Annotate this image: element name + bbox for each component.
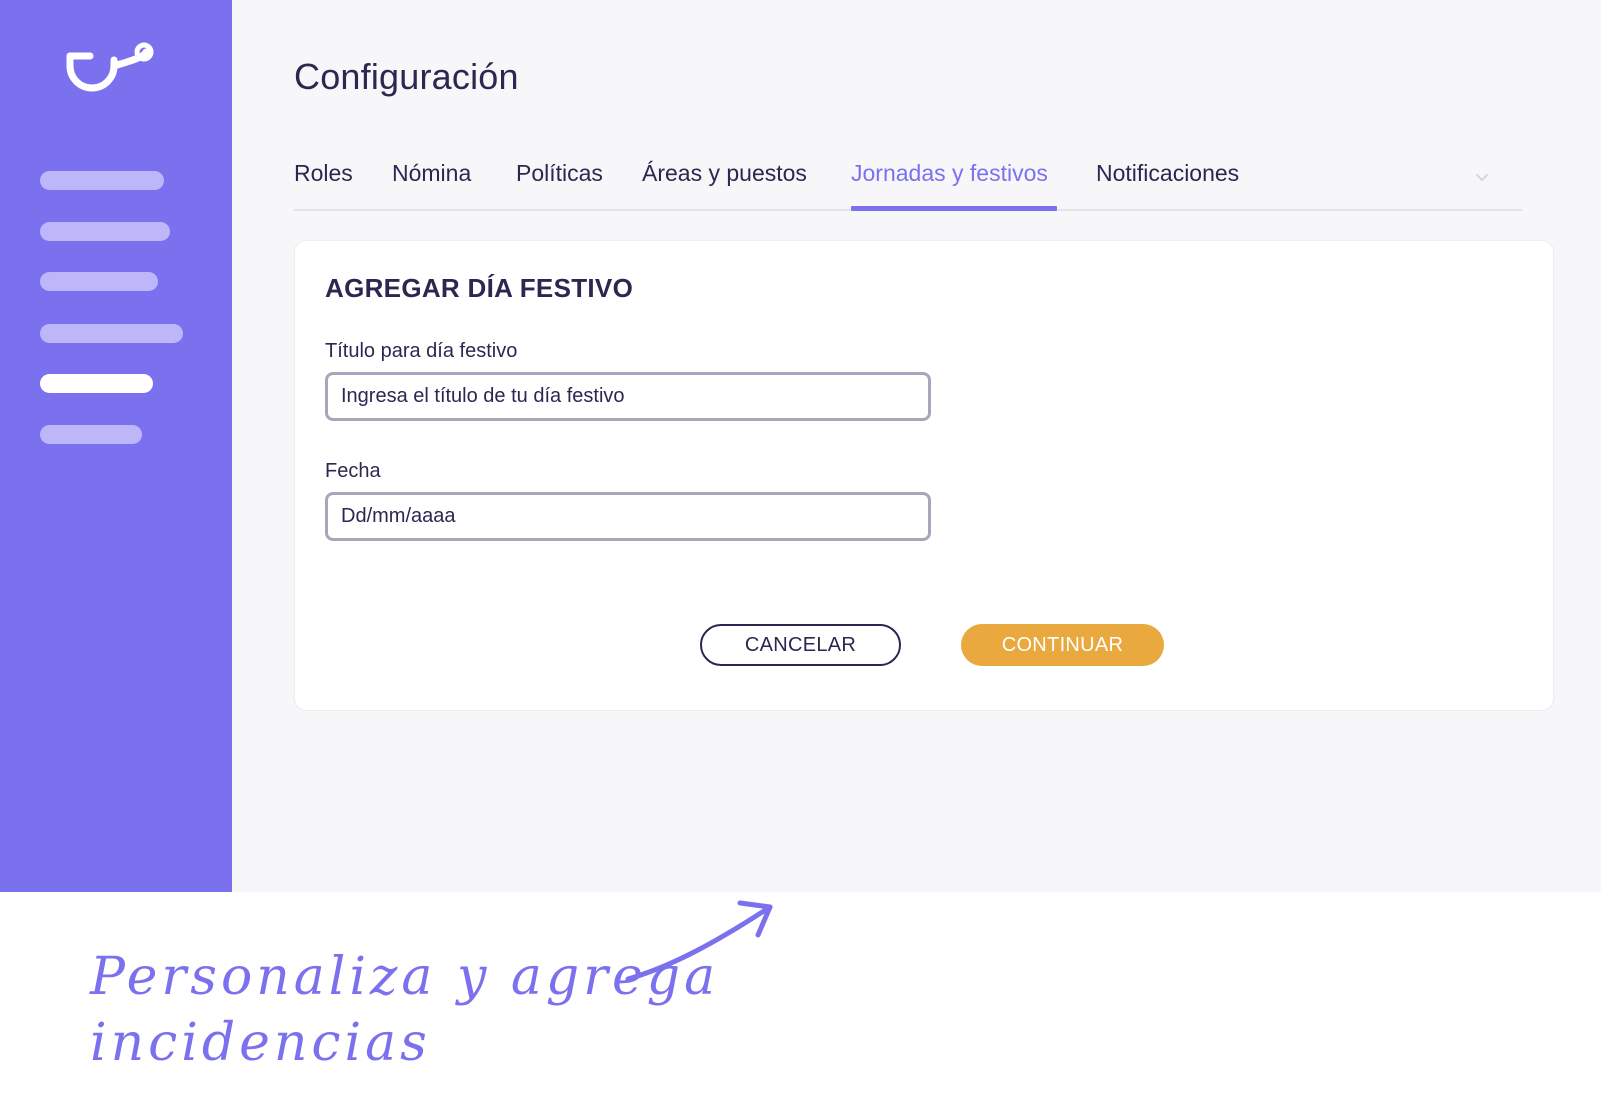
- tab-politicas[interactable]: Políticas: [516, 160, 603, 187]
- tab-roles[interactable]: Roles: [294, 160, 353, 187]
- sidebar-item-6[interactable]: [40, 425, 142, 444]
- active-tab-indicator: [851, 206, 1057, 211]
- app-window: Configuración Roles Nómina Políticas Áre…: [0, 0, 1601, 892]
- holiday-title-input[interactable]: [325, 372, 931, 421]
- tab-areas-puestos[interactable]: Áreas y puestos: [642, 160, 807, 187]
- continue-button[interactable]: CONTINUAR: [961, 624, 1164, 666]
- sidebar-item-5-active[interactable]: [40, 374, 153, 393]
- page-title: Configuración: [294, 56, 519, 97]
- sidebar: [0, 0, 232, 892]
- chevron-down-icon[interactable]: [1472, 167, 1492, 187]
- date-label: Fecha: [325, 460, 381, 482]
- card-title: AGREGAR DÍA FESTIVO: [325, 273, 634, 303]
- sidebar-item-4[interactable]: [40, 324, 183, 343]
- tab-nomina[interactable]: Nómina: [392, 160, 471, 187]
- sidebar-item-2[interactable]: [40, 222, 170, 241]
- tab-notificaciones[interactable]: Notificaciones: [1096, 160, 1239, 187]
- holiday-title-label: Título para día festivo: [325, 340, 518, 362]
- tab-jornadas-festivos[interactable]: Jornadas y festivos: [851, 160, 1048, 187]
- arrow-icon: [625, 900, 773, 982]
- add-holiday-card: AGREGAR DÍA FESTIVO Título para día fest…: [294, 240, 1554, 711]
- app-logo-icon[interactable]: [64, 40, 160, 104]
- settings-tabs: Roles Nómina Políticas Áreas y puestos J…: [294, 155, 1522, 211]
- sidebar-item-3[interactable]: [40, 272, 158, 291]
- annotation-line-2: incidencias: [90, 1013, 431, 1073]
- date-input[interactable]: [325, 492, 931, 541]
- cancel-button[interactable]: CANCELAR: [700, 624, 901, 666]
- sidebar-item-1[interactable]: [40, 171, 164, 190]
